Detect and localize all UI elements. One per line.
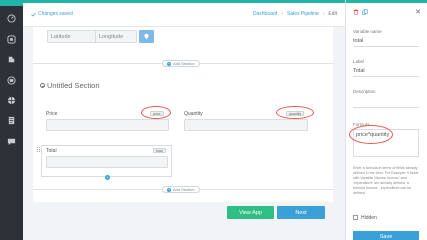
reports-icon[interactable]	[7, 116, 16, 125]
panel-actions	[353, 9, 368, 15]
add-section-button[interactable]: + Add Section	[162, 60, 200, 67]
rail-accent	[0, 0, 23, 6]
quantity-input[interactable]	[184, 119, 308, 131]
breadcrumb-dashboard[interactable]: Dashboard	[253, 11, 277, 17]
quantity-highlight-circle	[276, 106, 314, 119]
add-section-label: Add Section	[173, 187, 195, 192]
variable-name-label: Variable name	[353, 29, 382, 34]
breadcrumb: Dashboard › Sales Pipeline › Edit	[253, 11, 337, 17]
topbar: Changes saved Dashboard › Sales Pipeline…	[23, 3, 345, 27]
copy-icon[interactable]	[362, 9, 368, 15]
collapse-icon[interactable]	[40, 83, 45, 88]
hidden-label: Hidden	[361, 215, 377, 221]
plus-icon: +	[167, 186, 171, 192]
chat-icon[interactable]	[7, 137, 16, 146]
breadcrumb-separator: ›	[281, 11, 284, 17]
field-properties-panel: ✕ Variable name total Label Total Descri…	[345, 0, 427, 240]
total-label: Total	[46, 148, 57, 154]
dashboard-icon[interactable]	[7, 14, 16, 23]
latitude-placeholder: Latitude	[51, 34, 71, 40]
nav-rail	[0, 0, 23, 240]
formula-help-text: Enter a formula in terms of fields alrea…	[353, 166, 419, 195]
save-button[interactable]: Save	[353, 231, 419, 240]
locate-button[interactable]	[139, 30, 154, 43]
add-section-label: Add Section	[173, 61, 195, 66]
location-pin-icon	[144, 33, 149, 40]
integrations-icon[interactable]	[7, 55, 16, 64]
add-section-button-bottom[interactable]: + Add Section	[162, 186, 200, 193]
description-input[interactable]	[353, 98, 419, 108]
longitude-placeholder: Longitude	[99, 34, 124, 40]
label-label: Label	[353, 59, 365, 64]
apps-icon[interactable]	[7, 35, 16, 44]
view-app-button[interactable]: View App	[227, 206, 274, 219]
section-header[interactable]: Untitled Section	[40, 81, 100, 90]
longitude-field[interactable]: Longitude	[95, 30, 137, 43]
save-status-text: Changes saved	[38, 11, 73, 17]
breadcrumb-edit: Edit	[328, 11, 337, 17]
variable-name-input[interactable]: total	[353, 38, 419, 47]
quantity-label: Quantity	[184, 111, 203, 117]
check-icon	[31, 12, 36, 17]
breadcrumb-sales-pipeline[interactable]: Sales Pipeline	[287, 11, 319, 17]
globe-icon[interactable]	[7, 96, 16, 105]
price-highlight-circle	[141, 106, 171, 119]
close-icon[interactable]: ✕	[415, 8, 421, 16]
add-field-below-button[interactable]: +	[105, 175, 110, 180]
formula-highlight-circle	[349, 125, 393, 144]
messages-icon[interactable]	[7, 76, 16, 85]
trash-icon[interactable]	[353, 9, 359, 15]
plus-icon: +	[167, 60, 171, 66]
panel-accent-bar	[346, 0, 427, 3]
price-input[interactable]	[46, 119, 169, 131]
hidden-checkbox[interactable]	[353, 215, 358, 220]
price-label: Price	[46, 111, 58, 117]
label-input[interactable]: Total	[353, 68, 419, 77]
breadcrumb-separator: ›	[322, 11, 325, 17]
save-status: Changes saved	[31, 11, 73, 17]
total-input[interactable]	[46, 156, 168, 168]
next-button[interactable]: Next	[277, 206, 325, 219]
section-title: Untitled Section	[47, 81, 100, 90]
description-label: Description	[353, 89, 376, 94]
drag-handle-icon[interactable]	[37, 147, 40, 153]
total-tag: total	[153, 148, 166, 153]
